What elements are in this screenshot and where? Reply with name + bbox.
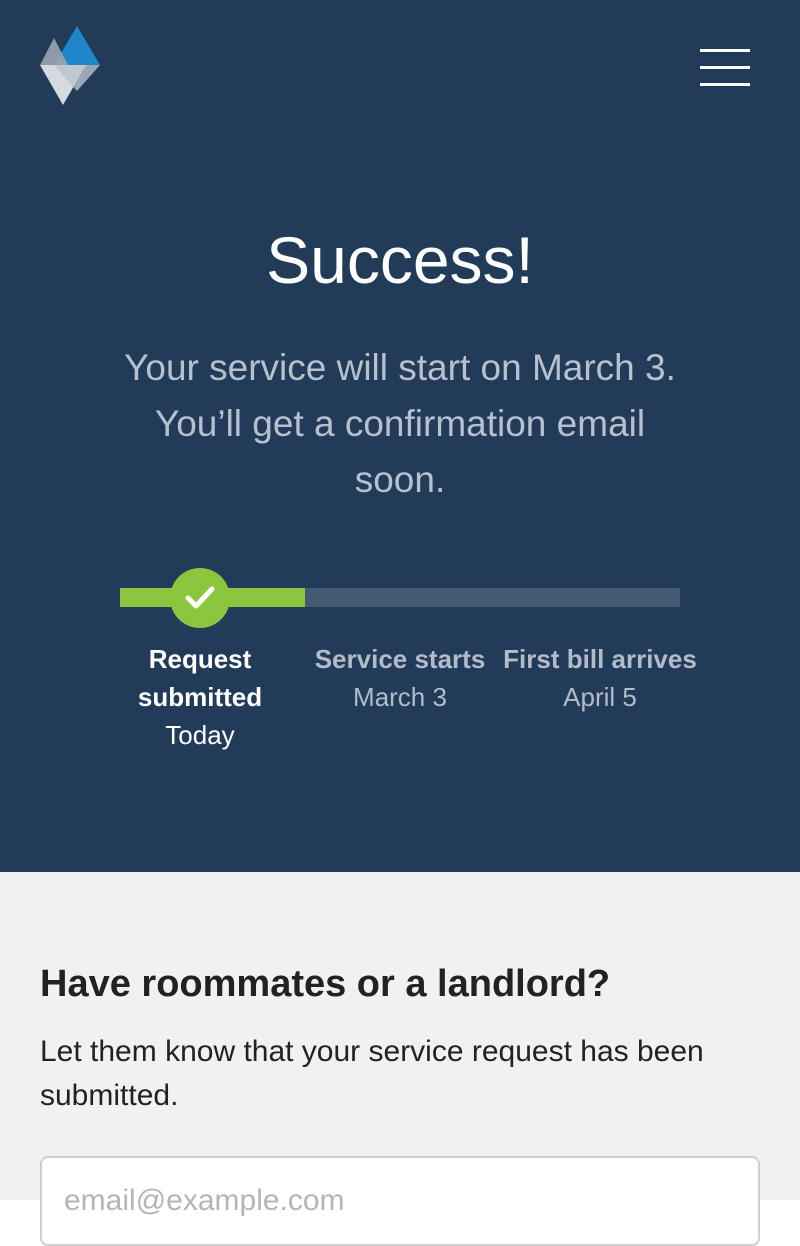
notify-section: Have roommates or a landlord? Let them k… <box>0 872 800 1246</box>
step-label: Request submitted <box>137 644 263 712</box>
step-first-bill: First bill arrives April 5 <box>500 640 700 716</box>
step-date: April 5 <box>563 682 637 712</box>
check-icon <box>170 568 230 628</box>
menu-line <box>700 49 750 52</box>
step-label: First bill arrives <box>503 644 697 674</box>
step-label: Service starts <box>314 644 486 674</box>
step-service-starts: Service starts March 3 <box>300 640 500 716</box>
step-request-submitted: Request submitted Today <box>100 640 300 754</box>
menu-line <box>700 66 750 69</box>
step-date: March 3 <box>353 682 447 712</box>
notify-body: Let them know that your service request … <box>40 1035 704 1112</box>
hero-section: Success! Your service will start on Marc… <box>0 0 800 872</box>
email-input[interactable] <box>40 1156 760 1246</box>
hamburger-menu-icon[interactable] <box>696 46 754 90</box>
page-title: Success! <box>266 223 534 297</box>
menu-line <box>700 83 750 86</box>
success-message: Your service will start on March 3. You’… <box>124 347 676 500</box>
notify-heading: Have roommates or a landlord? <box>40 963 611 1005</box>
step-date: Today <box>165 720 235 750</box>
diamond-logo-icon[interactable] <box>40 26 100 106</box>
